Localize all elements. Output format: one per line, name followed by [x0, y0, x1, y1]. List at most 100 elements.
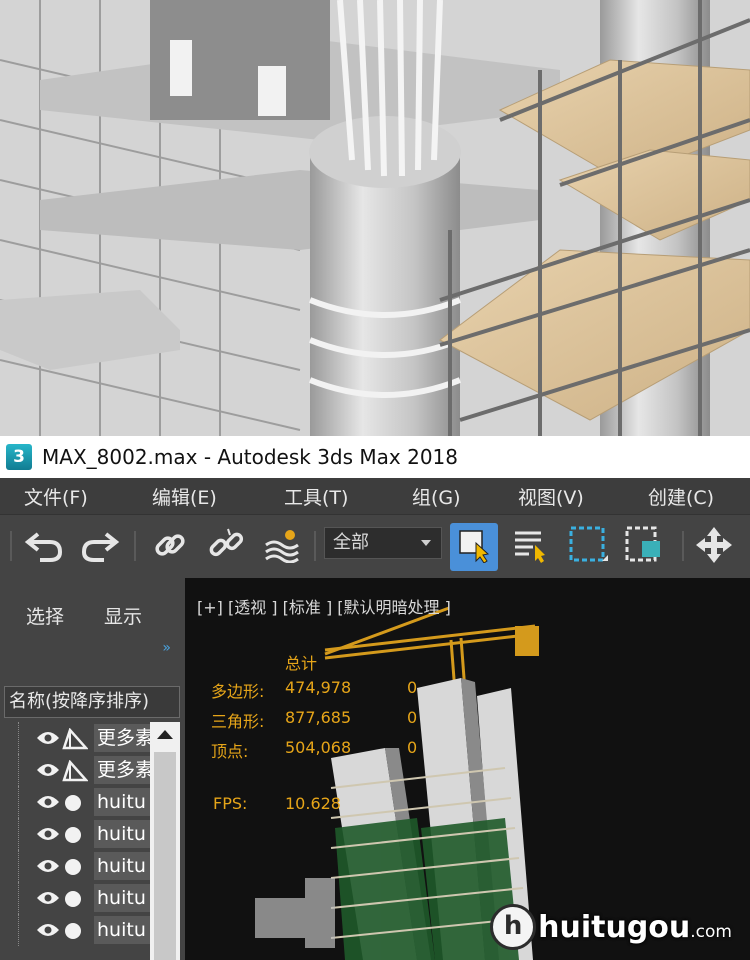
move-icon	[694, 525, 734, 569]
window-title: MAX_8002.max - Autodesk 3ds Max 2018	[42, 445, 458, 469]
light-icon	[62, 727, 89, 754]
main-toolbar: 全部	[0, 514, 750, 578]
list-item[interactable]: 更多素	[4, 754, 150, 786]
list-item[interactable]: 更多素	[4, 722, 150, 754]
eye-icon[interactable]	[36, 762, 60, 782]
stats-header: 总计	[285, 654, 318, 673]
list-item[interactable]: huitu	[4, 818, 150, 850]
scrollbar-thumb[interactable]	[154, 752, 176, 960]
tree-line	[18, 850, 19, 882]
vertices-value: 504,068	[285, 738, 352, 757]
viewport-scene	[255, 606, 539, 960]
undo-button[interactable]	[20, 523, 68, 571]
selection-filter-value: 全部	[333, 532, 369, 553]
watermark-text: huitugou	[538, 909, 691, 945]
eye-icon[interactable]	[36, 890, 60, 910]
move-button[interactable]	[690, 523, 738, 571]
tree-line	[18, 914, 19, 946]
tab-display[interactable]: 显示	[104, 602, 142, 629]
list-item[interactable]: huitu	[4, 850, 150, 882]
toolbar-separator	[314, 531, 316, 561]
select-by-name-button[interactable]	[506, 523, 554, 571]
menu-views[interactable]: 视图(V)	[518, 483, 584, 510]
toolbar-separator	[682, 531, 684, 561]
eye-icon[interactable]	[36, 922, 60, 942]
tree-line	[18, 818, 19, 850]
watermark-suffix: .com	[690, 922, 732, 942]
undo-icon	[24, 528, 64, 566]
menu-create[interactable]: 创建(C)	[648, 483, 714, 510]
sphere-icon	[62, 920, 84, 946]
redo-icon	[80, 528, 120, 566]
triangles-selected-value: 0	[407, 708, 418, 727]
menu-file[interactable]: 文件(F)	[24, 483, 88, 510]
eye-icon[interactable]	[36, 730, 60, 750]
object-name: huitu	[94, 820, 150, 848]
rect-selection-region-icon	[568, 525, 608, 569]
sphere-icon	[62, 824, 84, 850]
sphere-icon	[62, 856, 84, 882]
tree-line	[18, 882, 19, 914]
scaffolding-render-image	[0, 0, 750, 436]
select-object-icon	[456, 527, 492, 567]
object-name: 更多素	[94, 724, 150, 752]
triangles-label: 三角形:	[211, 712, 265, 731]
rect-selection-region-button[interactable]	[564, 523, 612, 571]
toolbar-separator	[134, 531, 136, 561]
tree-line	[18, 722, 19, 754]
scene-object-list: 更多素 更多素 huitu huitu huitu huitu huitu	[4, 722, 180, 960]
vertices-label: 顶点:	[211, 742, 249, 761]
redo-button[interactable]	[76, 523, 124, 571]
list-item[interactable]: huitu	[4, 914, 150, 946]
tab-select[interactable]: 选择	[26, 602, 64, 629]
list-scrollbar[interactable]	[150, 722, 180, 960]
object-name: huitu	[94, 884, 150, 912]
polygons-selected-value: 0	[407, 678, 418, 697]
fps-label: FPS:	[213, 794, 248, 813]
tree-line	[18, 786, 19, 818]
sphere-icon	[62, 888, 84, 914]
name-column-header[interactable]: 名称(按降序排序)	[4, 686, 180, 718]
watermark-logo: h	[490, 904, 537, 950]
polygons-value: 474,978	[285, 678, 352, 697]
link-button[interactable]	[146, 523, 194, 571]
unlink-icon	[208, 527, 244, 567]
selection-filter-dropdown[interactable]: 全部	[324, 527, 442, 559]
object-name: huitu	[94, 788, 150, 816]
list-item[interactable]: huitu	[4, 882, 150, 914]
window-crossing-icon	[624, 525, 664, 569]
light-icon	[62, 759, 89, 786]
menu-edit[interactable]: 编辑(E)	[152, 483, 217, 510]
vertices-selected-value: 0	[407, 738, 418, 757]
eye-icon[interactable]	[36, 826, 60, 846]
object-name: huitu	[94, 852, 150, 880]
huitugou-watermark: h huitugou .com	[490, 904, 732, 950]
menu-group[interactable]: 组(G)	[412, 483, 461, 510]
select-by-name-icon	[511, 527, 549, 567]
list-item[interactable]: huitu	[4, 786, 150, 818]
tree-line	[18, 754, 19, 786]
polygons-label: 多边形:	[211, 682, 265, 701]
menu-bar: 文件(F) 编辑(E) 工具(T) 组(G) 视图(V) 创建(C)	[0, 478, 750, 514]
viewport-label[interactable]: [+] [透视 ] [标准 ] [默认明暗处理 ]	[197, 594, 451, 618]
eye-icon[interactable]	[36, 794, 60, 814]
window-crossing-button[interactable]	[620, 523, 668, 571]
scene-explorer-panel: 选择 显示 » 名称(按降序排序) 更多素 更多素 huitu huitu hu…	[0, 578, 185, 960]
bind-space-warp-icon	[262, 527, 302, 567]
select-object-button[interactable]	[450, 523, 498, 571]
3dsmax-app-icon: 3	[6, 444, 32, 470]
toolbar-separator	[10, 531, 12, 561]
sphere-icon	[62, 792, 84, 818]
perspective-viewport[interactable]: [+] [透视 ] [标准 ] [默认明暗处理 ] 总计 多边形: 474,97…	[185, 578, 750, 960]
title-bar: 3 MAX_8002.max - Autodesk 3ds Max 2018	[0, 436, 750, 478]
fps-value: 10.628	[285, 794, 341, 813]
bind-space-warp-button[interactable]	[258, 523, 306, 571]
object-name: huitu	[94, 916, 150, 944]
unlink-button[interactable]	[202, 523, 250, 571]
chevron-down-icon	[421, 540, 431, 546]
menu-tools[interactable]: 工具(T)	[284, 483, 348, 510]
eye-icon[interactable]	[36, 858, 60, 878]
expand-chevron-icon[interactable]: »	[162, 640, 171, 656]
link-icon	[152, 527, 188, 567]
scroll-up-icon[interactable]	[157, 730, 173, 739]
